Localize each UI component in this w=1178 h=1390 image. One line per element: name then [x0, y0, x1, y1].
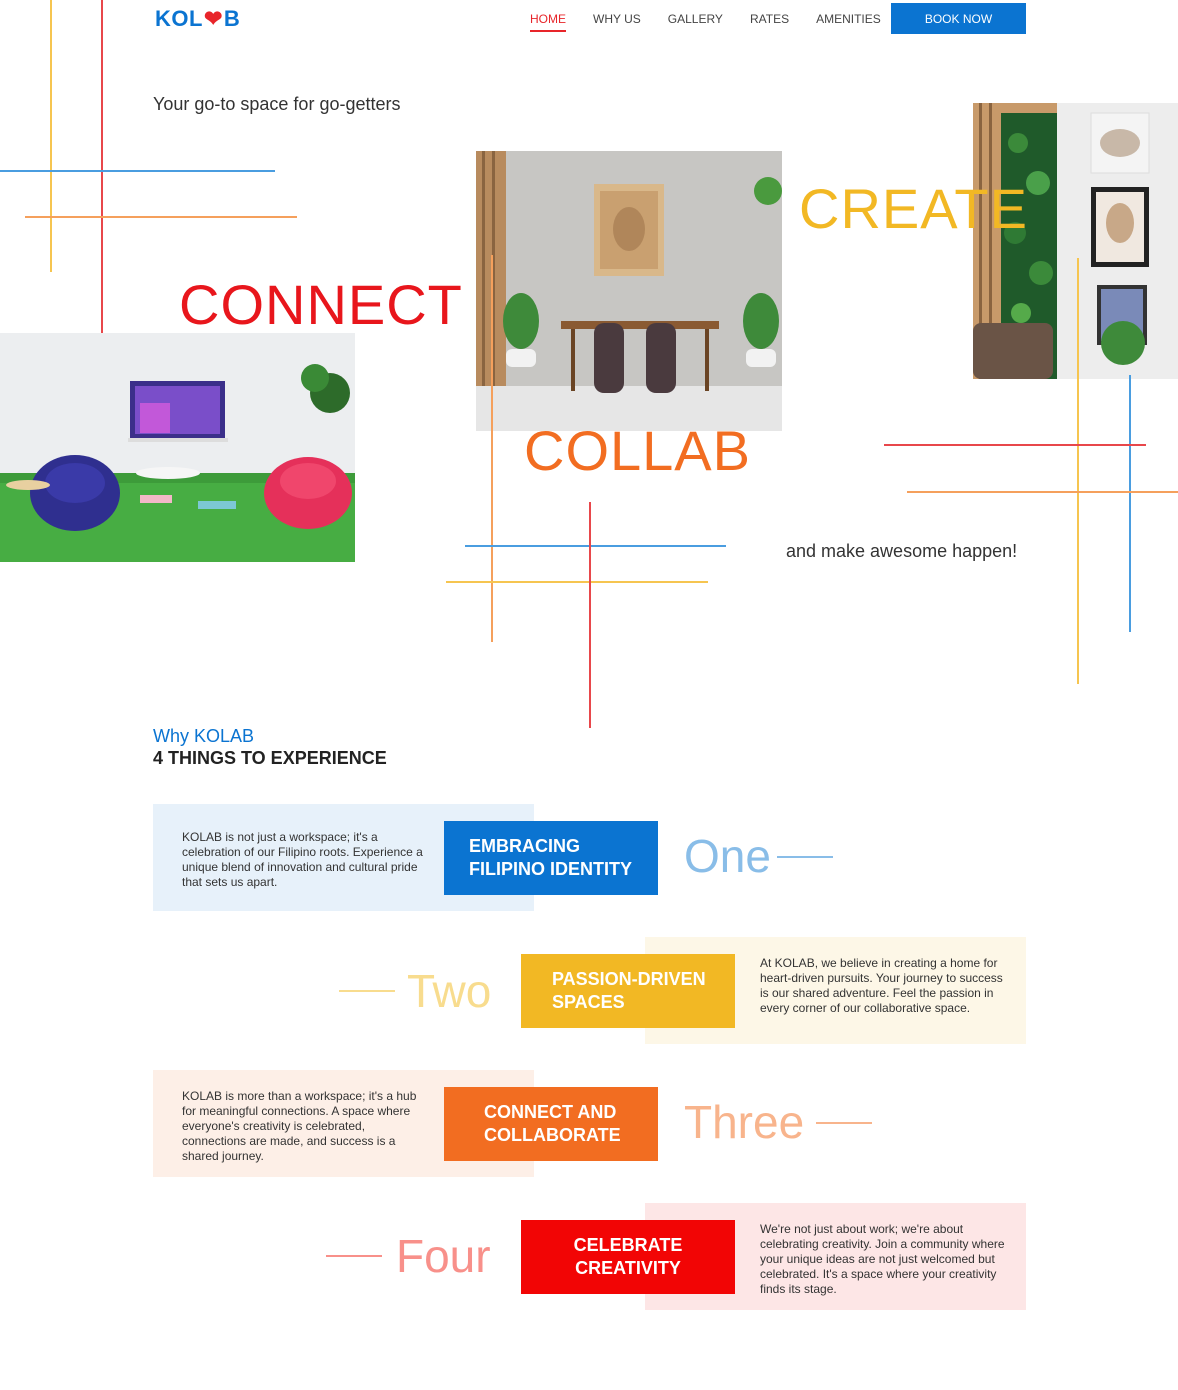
decor-line — [491, 255, 493, 642]
nav-why-us[interactable]: WHY US — [593, 12, 641, 32]
feature-two-title-line2: SPACES — [552, 992, 625, 1012]
decor-line — [465, 545, 726, 547]
why-title: 4 THINGS TO EXPERIENCE — [153, 748, 387, 768]
lounge-photo — [0, 333, 355, 562]
feature-one-number: One — [684, 830, 771, 882]
plant-wall-photo — [973, 103, 1178, 379]
main-nav: HOME WHY US GALLERY RATES AMENITIES — [530, 12, 881, 32]
hero-word-connect: CONNECT — [179, 273, 463, 336]
feature-two-title: PASSION-DRIVEN SPACES — [521, 954, 735, 1028]
feature-four-title: CELEBRATE CREATIVITY — [521, 1220, 735, 1294]
feature-one-title-line1: EMBRACING — [469, 836, 580, 856]
feature-three-number: Three — [684, 1096, 805, 1148]
decor-line — [1077, 258, 1079, 684]
logo-text-left: KOL — [155, 6, 203, 31]
dining-photo — [476, 151, 782, 431]
feature-two-text: At KOLAB, we believe in creating a home … — [760, 956, 1003, 1015]
feature-four-title-line2: CREATIVITY — [575, 1258, 681, 1278]
why-label: Why KOLAB — [153, 726, 255, 746]
hero-word-create: CREATE — [799, 177, 1028, 240]
feature-two-number: Two — [407, 965, 492, 1017]
nav-amenities[interactable]: AMENITIES — [816, 12, 881, 32]
feature-four-title-line1: CELEBRATE — [573, 1235, 683, 1255]
decor-line — [0, 170, 275, 172]
feature-one-title: EMBRACING FILIPINO IDENTITY — [444, 821, 658, 895]
feature-three-title-line1: CONNECT AND — [484, 1102, 617, 1122]
decor-dash — [777, 856, 833, 858]
feature-three-text: KOLAB is more than a workspace; it's a h… — [182, 1089, 417, 1163]
book-now-button[interactable]: BOOK NOW — [891, 3, 1026, 34]
decor-line — [446, 581, 708, 583]
nav-home[interactable]: HOME — [530, 12, 566, 32]
decor-dash — [339, 990, 395, 992]
nav-rates[interactable]: RATES — [750, 12, 789, 32]
decor-line — [907, 491, 1178, 493]
feature-three-title: CONNECT AND COLLABORATE — [444, 1087, 658, 1161]
decor-line — [589, 502, 591, 728]
hero-closing-text: and make awesome happen! — [786, 541, 1018, 561]
feature-one-title-line2: FILIPINO IDENTITY — [469, 859, 633, 879]
decor-line — [884, 444, 1146, 446]
hero-tagline: Your go-to space for go-getters — [153, 94, 401, 114]
decor-line — [50, 0, 52, 272]
nav-gallery[interactable]: GALLERY — [668, 12, 723, 32]
heart-icon: ❤ — [203, 6, 223, 31]
feature-four-number: Four — [396, 1230, 491, 1282]
logo[interactable]: KOL ❤ B — [155, 6, 240, 32]
hero-word-collab: COLLAB — [524, 419, 751, 482]
decor-dash — [326, 1255, 382, 1257]
feature-four-text: We're not just about work; we're about c… — [760, 1222, 1005, 1296]
feature-two-title-line1: PASSION-DRIVEN — [552, 969, 706, 989]
feature-one-text: KOLAB is not just a workspace; it's a ce… — [182, 830, 423, 889]
decor-line — [1129, 375, 1131, 632]
decor-line — [25, 216, 297, 218]
feature-three-title-line2: COLLABORATE — [484, 1125, 621, 1145]
logo-text-right: B — [223, 6, 241, 31]
decor-dash — [816, 1122, 872, 1124]
